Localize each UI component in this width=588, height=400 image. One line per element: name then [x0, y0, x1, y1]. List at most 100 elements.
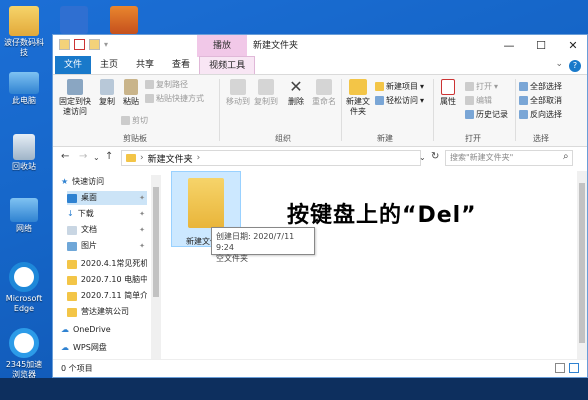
invert-selection-icon — [519, 110, 528, 119]
minimize-button[interactable]: — — [493, 35, 525, 57]
tab-file[interactable]: 文件 — [55, 56, 92, 74]
sidebar-item-pictures[interactable]: 图片 ✦ — [67, 239, 147, 253]
sidebar-item-quick-access[interactable]: ★ 快速访问 — [61, 175, 153, 189]
search-icon[interactable]: ⌕ — [563, 151, 569, 162]
group-label-clipboard: 剪贴板 — [123, 134, 147, 143]
sidebar-item-desktop[interactable]: 桌面 ✦ — [67, 191, 147, 205]
edit-button[interactable]: 编辑 — [465, 95, 492, 106]
maximize-button[interactable]: ☐ — [525, 35, 557, 57]
history-button[interactable]: 历史记录 — [465, 109, 508, 120]
ribbon-divider — [219, 79, 220, 141]
sidebar-item-wps-cloud[interactable]: ☁ WPS网盘 — [61, 341, 153, 355]
user-folder-icon — [9, 6, 39, 36]
sidebar-item-folder-3[interactable]: 2020.7.11 简单介 — [67, 289, 147, 303]
easy-access-button[interactable]: 轻松访问 ▾ — [375, 95, 424, 106]
pin-icon: ✦ — [139, 242, 145, 250]
pin-quick-access-button[interactable]: 固定到快速访问 — [57, 79, 93, 117]
forward-button[interactable]: → — [79, 151, 87, 162]
sidebar-item-folder-1[interactable]: 2020.4.1常见死机 — [67, 257, 147, 271]
desktop-icon-label: 此电脑 — [12, 96, 36, 105]
up-button[interactable]: ↑ — [105, 151, 113, 162]
dropdown-arrow-icon: ▾ — [420, 96, 425, 105]
open-button[interactable]: 打开 ▾ — [465, 81, 498, 92]
sidebar-item-folder-2[interactable]: 2020.7.10 电脑中 — [67, 273, 147, 287]
breadcrumb[interactable]: 新建文件夹 — [148, 152, 193, 165]
ribbon-divider — [433, 79, 434, 141]
sidebar-item-downloads[interactable]: ↓ 下载 ✦ — [67, 207, 147, 221]
delete-x-icon: ✕ — [289, 77, 303, 96]
properties-icon[interactable] — [74, 39, 85, 50]
new-item-button[interactable]: 新建项目 ▾ — [375, 81, 424, 92]
back-button[interactable]: ← — [61, 151, 69, 162]
file-tooltip: 创建日期: 2020/7/11 9:24 空文件夹 — [211, 227, 315, 263]
tab-home[interactable]: 主页 — [91, 56, 127, 74]
select-none-button[interactable]: 全部取消 — [519, 95, 562, 106]
desktop-icon-edge[interactable]: Microsoft Edge — [2, 262, 46, 314]
select-all-button[interactable]: 全部选择 — [519, 81, 562, 92]
copy-path-icon — [145, 80, 154, 89]
ribbon-divider — [341, 79, 342, 141]
download-icon: ↓ — [67, 209, 74, 218]
ribbon-tabs: 文件 主页 共享 查看 视频工具 ⌄ ? — [53, 56, 587, 75]
desktop-icon-label: 2345加速浏览器 — [5, 360, 43, 379]
sidebar-scrollbar[interactable] — [151, 175, 161, 361]
customize-toolbar-icon[interactable]: ▾ — [104, 40, 108, 49]
desktop-icon-label: 波仔数码科技 — [4, 38, 44, 57]
sidebar-item-onedrive[interactable]: ☁ OneDrive — [61, 323, 153, 337]
scrollbar-thumb[interactable] — [579, 183, 585, 343]
new-folder-button[interactable]: 新建文件夹 — [345, 79, 371, 117]
status-bar: 0 个项目 — [53, 359, 587, 377]
content-scrollbar[interactable] — [577, 171, 587, 359]
folder-icon[interactable] — [59, 39, 70, 50]
cut-button[interactable]: 剪切 — [121, 115, 148, 126]
new-folder-icon[interactable] — [89, 39, 100, 50]
rename-button[interactable]: 重命名 — [311, 79, 337, 107]
search-input[interactable]: 搜索"新建文件夹" — [445, 150, 573, 166]
wps-office-icon[interactable] — [60, 6, 88, 34]
chevron-down-icon[interactable]: ⌄ — [93, 153, 100, 162]
desktop-icon-network[interactable]: 网络 — [2, 198, 46, 234]
paste-shortcut-button[interactable]: 粘贴快捷方式 — [145, 93, 204, 104]
move-to-button[interactable]: 移动到 — [225, 79, 251, 107]
app-shortcut-icon[interactable] — [110, 6, 138, 34]
sidebar-item-folder-4[interactable]: 营达建筑公司 — [67, 305, 147, 319]
copy-button[interactable]: 复制 — [97, 79, 117, 107]
document-icon — [67, 225, 77, 235]
properties-button[interactable]: 属性 — [437, 79, 459, 107]
scrollbar-thumb[interactable] — [153, 187, 159, 297]
desktop-icon-user-folder[interactable]: 波仔数码科技 — [2, 6, 46, 58]
invert-selection-button[interactable]: 反向选择 — [519, 109, 562, 120]
large-icons-view-icon[interactable] — [569, 363, 579, 373]
dropdown-arrow-icon: ▾ — [494, 82, 499, 91]
refresh-button[interactable]: ↻ — [431, 151, 439, 162]
copy-to-icon — [258, 79, 274, 95]
details-view-icon[interactable] — [555, 363, 565, 373]
copy-to-button[interactable]: 复制到 — [253, 79, 279, 107]
history-dropdown-icon[interactable]: ⌄ — [419, 153, 426, 162]
tab-video-tools[interactable]: 视频工具 — [199, 56, 256, 74]
help-icon[interactable]: ? — [569, 60, 581, 72]
sidebar-item-documents[interactable]: 文档 ✦ — [67, 223, 147, 237]
group-label-open: 打开 — [465, 134, 481, 143]
delete-button[interactable]: ✕ 删除 — [285, 79, 307, 107]
cloud-icon: ☁ — [61, 325, 69, 334]
paste-button[interactable]: 粘贴 — [121, 79, 141, 107]
paste-shortcut-icon — [145, 94, 154, 103]
tab-share[interactable]: 共享 — [127, 56, 163, 74]
pin-icon: ✦ — [139, 226, 145, 234]
tab-view[interactable]: 查看 — [163, 56, 199, 74]
network-icon — [10, 198, 38, 222]
desktop-icon-2345[interactable]: 2345加速浏览器 — [2, 328, 46, 380]
chevron-down-icon[interactable]: ⌄ — [555, 59, 563, 69]
quick-access-toolbar: ▾ — [59, 39, 108, 50]
item-count: 0 个项目 — [61, 364, 93, 373]
recycle-bin-icon — [13, 134, 35, 160]
close-button[interactable]: ✕ — [557, 35, 588, 57]
desktop-icon-this-pc[interactable]: 此电脑 — [2, 72, 46, 106]
address-input[interactable]: › 新建文件夹 › — [121, 150, 421, 166]
copy-path-button[interactable]: 复制路径 — [145, 79, 188, 90]
desktop-icon-recycle-bin[interactable]: 回收站 — [2, 134, 46, 172]
navigation-pane: ★ 快速访问 桌面 ✦ ↓ 下载 ✦ 文档 ✦ 图片 ✦ 2020.4.1常见死… — [53, 171, 161, 359]
desktop-icon-label: 网络 — [16, 224, 32, 233]
context-tab-play[interactable]: 播放 — [197, 35, 247, 57]
